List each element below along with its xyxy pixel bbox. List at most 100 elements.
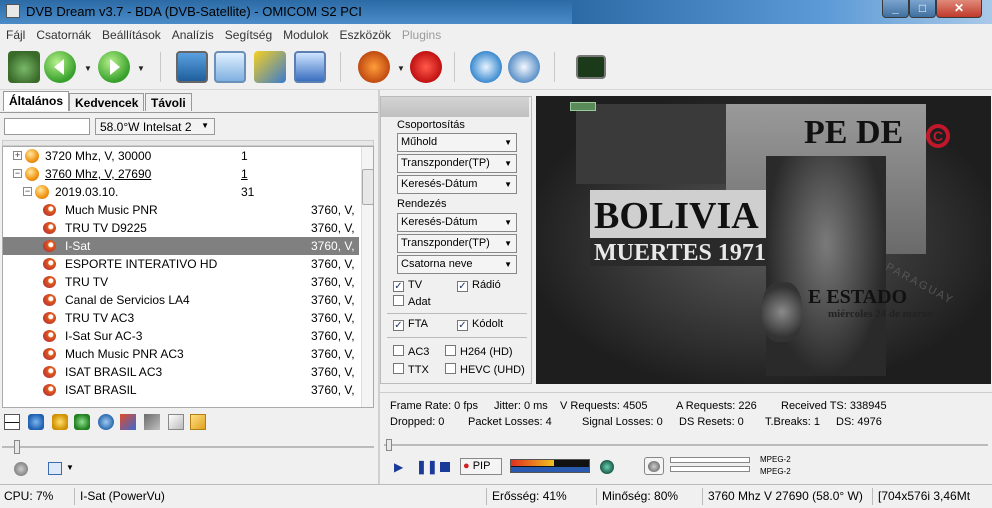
row-label: Much Music PNR (65, 203, 158, 217)
channel-row[interactable]: Much Music PNR AC3 3760, V, (3, 345, 359, 363)
satellite-select[interactable]: 58.0°W Intelsat 2 ▼ (95, 118, 215, 135)
stop-hand-icon[interactable] (410, 51, 442, 83)
fta-checkbox[interactable]: ✓ FTA (393, 318, 428, 331)
forward-dropdown-icon[interactable]: ▼ (137, 64, 145, 73)
h264-checkbox[interactable]: H264 (HD) (445, 345, 513, 358)
record-icon[interactable] (358, 51, 390, 83)
row-label: 3720 Mhz, V, 30000 (45, 149, 152, 163)
app-icon[interactable] (6, 4, 20, 18)
row-label: ISAT BRASIL AC3 (65, 365, 163, 379)
grouping-select-3[interactable]: Keresés-Dátum (397, 175, 517, 194)
packet-losses: Packet Losses: 4 (468, 416, 552, 428)
speaker-icon[interactable] (14, 462, 28, 476)
tab-favorites[interactable]: Kedvencek (69, 93, 145, 111)
tab-remote[interactable]: Távoli (145, 93, 192, 111)
hevc-checkbox[interactable]: HEVC (UHD) (445, 363, 525, 376)
globe-icon[interactable] (600, 460, 614, 474)
channel-row[interactable]: ESPORTE INTERATIVO HD 3760, V, (3, 255, 359, 273)
menu-analysis[interactable]: Analízis (166, 24, 219, 42)
folder-key-icon[interactable] (190, 414, 206, 430)
radio-checkbox[interactable]: ✓ Rádió (457, 279, 501, 292)
sorting-select-2[interactable]: Transzponder(TP) (397, 234, 517, 253)
document-icon[interactable] (168, 414, 184, 430)
sorting-select-1[interactable]: Keresés-Dátum (397, 213, 517, 232)
list-view-icon[interactable] (48, 462, 62, 475)
list-view-dropdown-icon[interactable]: ▼ (66, 463, 74, 472)
signal-meter-icon[interactable] (576, 55, 606, 79)
maximize-button[interactable]: □ (909, 0, 936, 18)
epg-icon[interactable] (470, 51, 502, 83)
channel-row[interactable]: TRU TV AC3 3760, V, (3, 309, 359, 327)
channel-icon (43, 204, 56, 216)
warning-diamond-icon[interactable] (52, 414, 68, 430)
tools-small-icon[interactable] (144, 414, 160, 430)
grouping-select-1[interactable]: Műhold (397, 133, 517, 152)
channel-row[interactable]: TRU TV D9225 3760, V, (3, 219, 359, 237)
grouping-select-2[interactable]: Transzponder(TP) (397, 154, 517, 173)
volume-meter[interactable] (510, 459, 590, 473)
row-label: 3760 Mhz, V, 27690 (45, 167, 152, 181)
left-slider[interactable] (2, 440, 376, 454)
transponder-row[interactable]: − 3760 Mhz, V, 27690 1 (3, 165, 359, 183)
sorting-select-3[interactable]: Csatorna neve (397, 255, 517, 274)
back-dropdown-icon[interactable]: ▼ (84, 64, 92, 73)
transponder-row[interactable]: +3720 Mhz, V, 30000 1 (3, 147, 359, 165)
expand-icon[interactable]: + (13, 151, 22, 160)
collapse-icon[interactable]: − (13, 169, 22, 178)
close-button[interactable]: ✕ (936, 0, 982, 18)
info-diamond-icon[interactable] (28, 414, 44, 430)
coded-checkbox[interactable]: ✓ Kódolt (457, 318, 503, 331)
tv-checkbox[interactable]: ✓ TV (393, 279, 422, 292)
window-icon[interactable] (214, 51, 246, 83)
stop-icon[interactable] (440, 462, 450, 472)
cpu-usage: CPU: 7% (4, 489, 54, 503)
menu-help[interactable]: Segítség (219, 24, 277, 42)
channel-status: I-Sat (PowerVu) (80, 489, 165, 503)
satellite-filter-input[interactable] (4, 118, 90, 135)
seek-thumb[interactable] (386, 439, 392, 451)
record-dropdown-icon[interactable]: ▼ (397, 64, 405, 73)
tree-scroll-thumb[interactable] (362, 169, 373, 205)
tab-general[interactable]: Általános (3, 91, 70, 111)
ac3-checkbox[interactable]: AC3 (393, 345, 429, 358)
satellite-dish-icon[interactable] (8, 51, 40, 83)
channel-row[interactable]: I-Sat 3760, V, (3, 237, 359, 255)
channel-row[interactable]: Much Music PNR 3760, V, (3, 201, 359, 219)
minimize-button[interactable]: _ (882, 0, 909, 18)
video-display[interactable]: PE DE BOLIVIA MUERTES 1971 E ESTADO miér… (536, 96, 991, 384)
pip-button[interactable]: ● PIP (460, 458, 502, 475)
signal-strength: Erősség: 41% (492, 489, 567, 503)
tools-icon[interactable] (254, 51, 286, 83)
collapse-icon[interactable]: — (4, 414, 20, 430)
channel-row[interactable]: ISAT BRASIL AC3 3760, V, (3, 363, 359, 381)
video-date-line: miércoles 24 de marzo (828, 308, 933, 320)
channel-row[interactable]: I-Sat Sur AC-3 3760, V, (3, 327, 359, 345)
play-icon[interactable]: ▶ (394, 460, 403, 474)
menu-file[interactable]: Fájl (0, 24, 30, 42)
date-row[interactable]: − 2019.03.10. 31 (3, 183, 359, 201)
channel-icon (43, 312, 56, 324)
data-checkbox[interactable]: Adat (393, 295, 431, 308)
timer-icon[interactable] (508, 51, 540, 83)
audio-level-left (670, 457, 750, 463)
edit-icon[interactable] (120, 414, 136, 430)
ttx-checkbox[interactable]: TTX (393, 363, 429, 376)
seek-bar[interactable] (384, 444, 988, 446)
channel-row[interactable]: Canal de Servicios LA4 3760, V, (3, 291, 359, 309)
forward-arrow-icon[interactable] (98, 51, 130, 83)
channel-row[interactable]: TRU TV 3760, V, (3, 273, 359, 291)
move-diamond-icon[interactable] (74, 414, 90, 430)
monitor-icon[interactable] (176, 51, 208, 83)
menu-channels[interactable]: Csatornák (30, 24, 96, 42)
menu-tools[interactable]: Eszközök (334, 24, 396, 42)
menu-settings[interactable]: Beállítások (96, 24, 166, 42)
ds-value: DS: 4976 (836, 416, 882, 428)
pause-icon[interactable]: ❚❚ (416, 459, 438, 475)
collapse-icon[interactable]: − (23, 187, 32, 196)
media-icon[interactable] (294, 51, 326, 83)
back-arrow-icon[interactable] (44, 51, 76, 83)
menu-modules[interactable]: Modulok (277, 24, 333, 42)
info-icon[interactable] (98, 414, 114, 430)
mute-button[interactable] (644, 457, 664, 475)
channel-row[interactable]: ISAT BRASIL 3760, V, (3, 381, 359, 399)
